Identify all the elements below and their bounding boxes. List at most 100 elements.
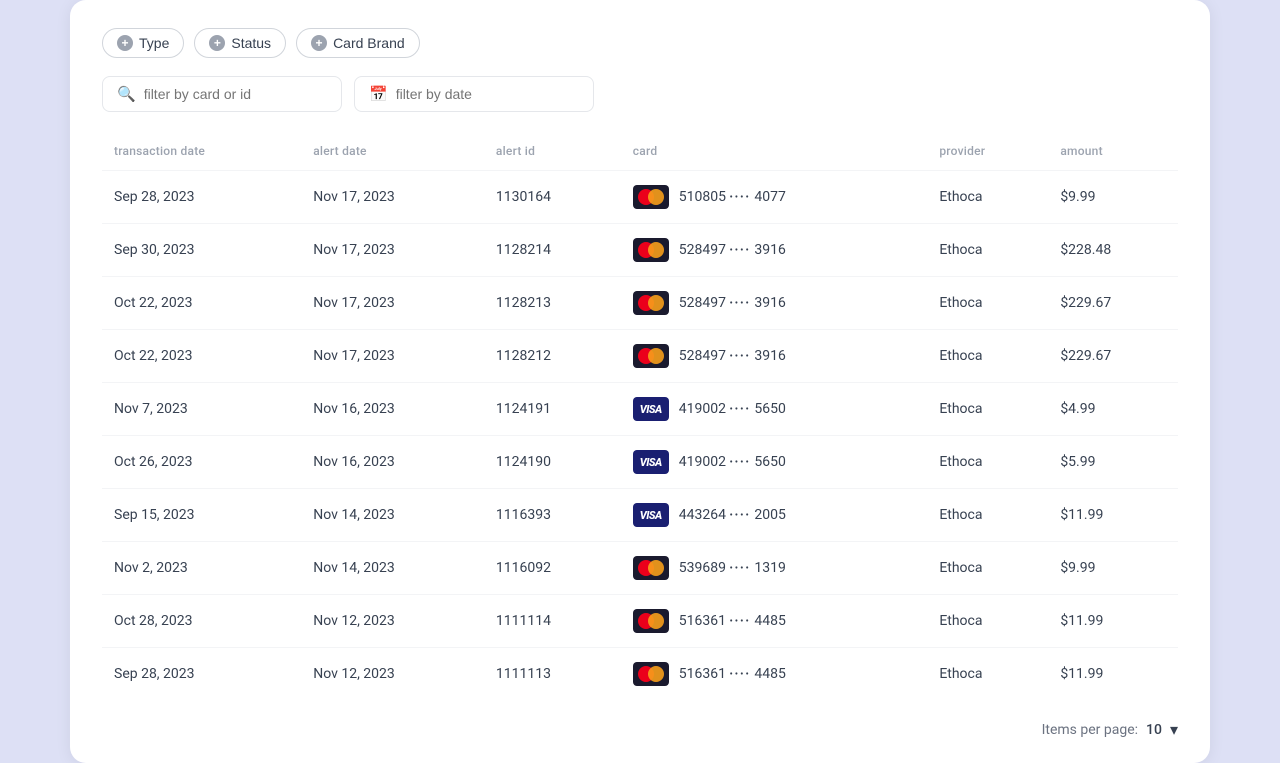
transactions-table: transaction date alert date alert id car… [102, 136, 1178, 700]
table-header-row: transaction date alert date alert id car… [102, 136, 1178, 171]
cell-amount: $228.48 [1048, 224, 1178, 277]
cell-card: VISA419002 •••• 5650 [621, 383, 928, 436]
cell-provider: Ethoca [927, 171, 1048, 224]
status-plus-icon: + [209, 35, 225, 51]
cell-alert-date: Nov 16, 2023 [301, 436, 484, 489]
cell-alert-id: 1124190 [484, 436, 621, 489]
card-number: 539689 •••• 1319 [679, 560, 786, 576]
cell-alert-id: 1111113 [484, 648, 621, 701]
col-amount: amount [1048, 136, 1178, 171]
table-row[interactable]: Sep 28, 2023Nov 17, 20231130164510805 ••… [102, 171, 1178, 224]
cell-card: 516361 •••• 4485 [621, 595, 928, 648]
cell-amount: $11.99 [1048, 595, 1178, 648]
cell-alert-id: 1130164 [484, 171, 621, 224]
type-filter-button[interactable]: + Type [102, 28, 184, 58]
card-brand-filter-label: Card Brand [333, 35, 405, 51]
type-plus-icon: + [117, 35, 133, 51]
cell-alert-date: Nov 12, 2023 [301, 595, 484, 648]
cell-amount: $229.67 [1048, 277, 1178, 330]
cell-alert-date: Nov 16, 2023 [301, 383, 484, 436]
cell-amount: $11.99 [1048, 648, 1178, 701]
items-per-page-chevron[interactable]: ▾ [1170, 720, 1178, 739]
mastercard-logo [633, 344, 669, 368]
card-number: 419002 •••• 5650 [679, 454, 786, 470]
status-filter-button[interactable]: + Status [194, 28, 286, 58]
cell-alert-id: 1116092 [484, 542, 621, 595]
cell-card: 528497 •••• 3916 [621, 330, 928, 383]
cell-provider: Ethoca [927, 436, 1048, 489]
pagination-row: Items per page: 10 ▾ [102, 720, 1178, 739]
cell-alert-date: Nov 17, 2023 [301, 330, 484, 383]
card-search-wrap: 🔍 [102, 76, 342, 112]
cell-transaction-date: Sep 28, 2023 [102, 171, 301, 224]
search-row: 🔍 📅 [102, 76, 1178, 112]
filter-buttons-row: + Type + Status + Card Brand [102, 28, 1178, 58]
cell-provider: Ethoca [927, 224, 1048, 277]
col-transaction-date: transaction date [102, 136, 301, 171]
table-row[interactable]: Sep 15, 2023Nov 14, 20231116393VISA44326… [102, 489, 1178, 542]
cell-amount: $4.99 [1048, 383, 1178, 436]
cell-amount: $11.99 [1048, 489, 1178, 542]
cell-alert-date: Nov 14, 2023 [301, 489, 484, 542]
table-row[interactable]: Nov 2, 2023Nov 14, 20231116092 539689 •••… [102, 542, 1178, 595]
cell-alert-id: 1116393 [484, 489, 621, 542]
cell-provider: Ethoca [927, 383, 1048, 436]
col-alert-date: alert date [301, 136, 484, 171]
card-number: 528497 •••• 3916 [679, 348, 786, 364]
card-number: 516361 •••• 4485 [679, 613, 786, 629]
mastercard-logo [633, 662, 669, 686]
table-row[interactable]: Nov 7, 2023Nov 16, 20231124191VISA419002… [102, 383, 1178, 436]
table-row[interactable]: Oct 22, 2023Nov 17, 20231128213528497 ••… [102, 277, 1178, 330]
cell-transaction-date: Oct 28, 2023 [102, 595, 301, 648]
table-row[interactable]: Oct 28, 2023Nov 12, 20231111114 516361 ••… [102, 595, 1178, 648]
cell-alert-date: Nov 14, 2023 [301, 542, 484, 595]
cell-alert-id: 1128214 [484, 224, 621, 277]
cell-transaction-date: Nov 2, 2023 [102, 542, 301, 595]
cell-transaction-date: Nov 7, 2023 [102, 383, 301, 436]
cell-card: VISA443264 •••• 2005 [621, 489, 928, 542]
date-filter-wrap: 📅 [354, 76, 594, 112]
table-row[interactable]: Sep 28, 2023Nov 12, 20231111113516361 ••… [102, 648, 1178, 701]
cell-card: 510805 •••• 4077 [621, 171, 928, 224]
card-brand-filter-button[interactable]: + Card Brand [296, 28, 420, 58]
cell-alert-date: Nov 12, 2023 [301, 648, 484, 701]
date-filter-input[interactable] [396, 86, 579, 102]
mastercard-logo [633, 185, 669, 209]
mastercard-logo [633, 238, 669, 262]
card-number: 443264 •••• 2005 [679, 507, 786, 523]
card-number: 528497 •••• 3916 [679, 242, 786, 258]
cell-transaction-date: Sep 30, 2023 [102, 224, 301, 277]
calendar-icon: 📅 [369, 85, 388, 103]
cell-alert-id: 1128212 [484, 330, 621, 383]
cell-transaction-date: Oct 22, 2023 [102, 330, 301, 383]
card-number: 419002 •••• 5650 [679, 401, 786, 417]
mastercard-logo [633, 609, 669, 633]
cell-transaction-date: Oct 22, 2023 [102, 277, 301, 330]
table-row[interactable]: Oct 26, 2023Nov 16, 20231124190VISA41900… [102, 436, 1178, 489]
cell-alert-date: Nov 17, 2023 [301, 171, 484, 224]
card-number: 516361 •••• 4485 [679, 666, 786, 682]
cell-provider: Ethoca [927, 542, 1048, 595]
cell-card: 528497 •••• 3916 [621, 224, 928, 277]
cell-transaction-date: Oct 26, 2023 [102, 436, 301, 489]
col-alert-id: alert id [484, 136, 621, 171]
cell-alert-id: 1111114 [484, 595, 621, 648]
cell-card: VISA419002 •••• 5650 [621, 436, 928, 489]
cell-alert-date: Nov 17, 2023 [301, 277, 484, 330]
card-brand-plus-icon: + [311, 35, 327, 51]
cell-provider: Ethoca [927, 489, 1048, 542]
main-card: + Type + Status + Card Brand 🔍 📅 transac… [70, 0, 1210, 763]
cell-provider: Ethoca [927, 595, 1048, 648]
mastercard-logo [633, 291, 669, 315]
cell-amount: $9.99 [1048, 542, 1178, 595]
card-search-input[interactable] [144, 86, 327, 102]
table-row[interactable]: Sep 30, 2023Nov 17, 20231128214 528497 ••… [102, 224, 1178, 277]
table-row[interactable]: Oct 22, 2023Nov 17, 20231128212 528497 ••… [102, 330, 1178, 383]
cell-alert-id: 1128213 [484, 277, 621, 330]
col-card: card [621, 136, 928, 171]
status-filter-label: Status [231, 35, 271, 51]
search-icon: 🔍 [117, 85, 136, 103]
cell-alert-date: Nov 17, 2023 [301, 224, 484, 277]
cell-card: 528497 •••• 3916 [621, 277, 928, 330]
cell-amount: $5.99 [1048, 436, 1178, 489]
